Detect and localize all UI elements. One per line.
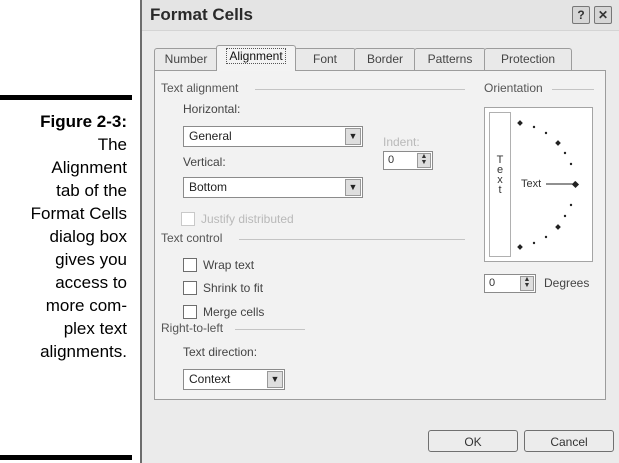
spin-arrows-icon[interactable]: ▲ ▼: [417, 153, 431, 168]
caption-line: Alignment: [51, 158, 127, 177]
checkbox-box[interactable]: [183, 257, 197, 272]
group-divider: [235, 329, 305, 330]
group-divider: [255, 89, 465, 90]
merge-cells-checkbox[interactable]: Merge cells: [183, 304, 264, 320]
vertical-select[interactable]: Bottom ▼: [183, 177, 363, 198]
caption-line: alignments.: [40, 342, 127, 361]
text-alignment-group-label: Text alignment: [161, 81, 239, 95]
text-direction-label: Text direction:: [183, 345, 258, 359]
orientation-box: T e x t Text: [484, 107, 593, 262]
vertical-text-button[interactable]: T e x t: [489, 112, 511, 257]
help-icon[interactable]: ?: [572, 6, 590, 24]
tab-alignment[interactable]: Alignment: [216, 45, 296, 71]
justify-distributed-label: Justify distributed: [201, 212, 294, 226]
checkbox-box[interactable]: [183, 280, 197, 295]
figure-caption: Figure 2-3: The Alignment tab of the For…: [0, 110, 127, 363]
degrees-value: 0: [489, 277, 496, 289]
indent-value: 0: [388, 154, 395, 166]
right-to-left-group-label: Right-to-left: [161, 321, 224, 335]
horizontal-value: General: [189, 129, 232, 143]
caption-line: Format Cells: [30, 204, 127, 223]
ok-button[interactable]: OK: [428, 430, 518, 452]
alignment-panel: Text alignment Horizontal: General ▼ Ver…: [154, 70, 606, 400]
caption-line: more com-: [45, 296, 127, 315]
dialog-title: Format Cells: [150, 5, 253, 24]
chevron-down-icon[interactable]: ▼: [345, 179, 361, 196]
spin-arrows-icon[interactable]: ▲ ▼: [520, 276, 534, 291]
dial-text: Text: [521, 178, 542, 190]
checkbox-box[interactable]: [181, 211, 195, 226]
text-direction-value: Context: [189, 372, 231, 386]
horizontal-label: Horizontal:: [183, 102, 241, 116]
tab-protection[interactable]: Protection: [484, 48, 572, 70]
dial-marker-icon: [517, 244, 523, 250]
text-control-group-label: Text control: [161, 231, 223, 245]
tab-border[interactable]: Border: [354, 48, 416, 70]
cancel-button[interactable]: Cancel: [524, 430, 614, 452]
tab-patterns[interactable]: Patterns: [414, 48, 486, 70]
group-divider: [239, 239, 465, 240]
text-direction-select[interactable]: Context ▼: [183, 369, 285, 390]
title-bar[interactable]: Format Cells ? ✕: [142, 0, 619, 31]
horizontal-select[interactable]: General ▼: [183, 126, 363, 147]
caption-line: plex text: [63, 319, 127, 338]
caption-line: gives you: [55, 250, 127, 269]
tab-alignment-label: Alignment: [226, 48, 286, 64]
wrap-text-checkbox[interactable]: Wrap text: [183, 257, 254, 273]
vertical-text-letter: t: [498, 184, 502, 196]
caption-line: access to: [55, 273, 127, 292]
orientation-group-label: Orientation: [484, 81, 543, 95]
tab-font[interactable]: Font: [294, 48, 356, 70]
degrees-label: Degrees: [544, 276, 590, 290]
caption-line: tab of the: [56, 181, 127, 200]
merge-cells-label: Merge cells: [203, 305, 265, 319]
group-divider: [552, 89, 594, 90]
checkbox-box[interactable]: [183, 304, 197, 319]
dial-marker-icon: [555, 140, 561, 146]
chevron-down-icon[interactable]: ▼: [267, 371, 283, 388]
shrink-to-fit-label: Shrink to fit: [203, 281, 264, 295]
caption-rule-top: [0, 95, 132, 100]
caption-line: The: [97, 135, 127, 154]
caption-line: dialog box: [49, 227, 127, 246]
justify-distributed-checkbox[interactable]: Justify distributed: [181, 211, 294, 227]
dial-marker-icon: [555, 224, 561, 230]
caption-rule-bottom: [0, 455, 132, 460]
chevron-down-icon[interactable]: ▼: [345, 128, 361, 145]
format-cells-dialog: Format Cells ? ✕ Number Alignment Font B…: [140, 0, 619, 463]
indent-spinner[interactable]: 0 ▲ ▼: [383, 151, 433, 170]
shrink-to-fit-checkbox[interactable]: Shrink to fit: [183, 280, 263, 296]
figure-number: Figure 2-3:: [40, 112, 127, 131]
indent-label: Indent:: [383, 135, 420, 149]
dial-marker-icon: [517, 120, 523, 126]
vertical-value: Bottom: [189, 180, 228, 194]
tab-number[interactable]: Number: [154, 48, 218, 70]
wrap-text-label: Wrap text: [203, 258, 255, 272]
close-icon[interactable]: ✕: [594, 6, 612, 24]
degrees-spinner[interactable]: 0 ▲ ▼: [484, 274, 536, 293]
dial-handle-icon: [571, 180, 580, 189]
vertical-label: Vertical:: [183, 155, 226, 169]
